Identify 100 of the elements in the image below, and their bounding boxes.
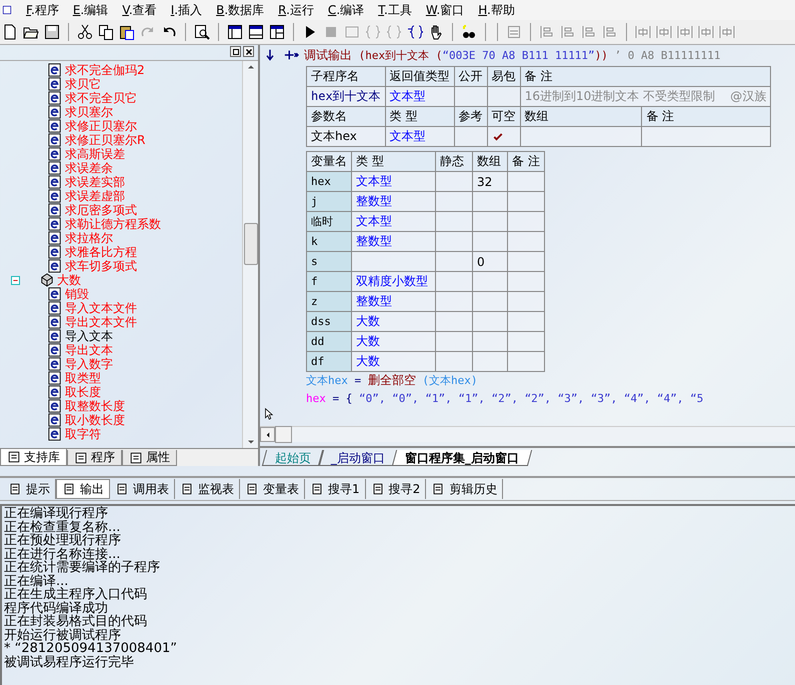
layout-icon[interactable]	[227, 24, 243, 40]
method-icon	[48, 413, 62, 427]
output-line: 正在编译...	[4, 574, 68, 588]
function-name[interactable]: 取类型	[65, 370, 101, 386]
function-name[interactable]: 求不完全贝它	[65, 90, 137, 106]
variable-name: df	[306, 352, 352, 372]
method-icon	[48, 119, 62, 133]
cube-icon	[40, 273, 54, 287]
variable-name: hex	[306, 172, 352, 192]
method-icon	[48, 175, 62, 189]
table-header: 可空	[487, 106, 520, 126]
subroutine-name: hex到十文本	[306, 86, 386, 106]
method-icon	[48, 245, 62, 259]
braces-icon[interactable]	[407, 24, 423, 40]
method-icon	[48, 63, 62, 77]
method-icon	[48, 427, 62, 441]
function-name[interactable]: 求不完全伽玛2	[65, 62, 145, 78]
function-name[interactable]: 取字符	[65, 426, 101, 442]
output-line: 正在预处理现行程序	[4, 534, 122, 548]
function-name[interactable]: 求拉格尔	[65, 230, 113, 246]
function-name[interactable]: 导出文本文件	[65, 314, 137, 330]
menu-item[interactable]: V.查看	[122, 2, 157, 18]
function-name[interactable]: 导入文本文件	[65, 300, 137, 316]
function-name[interactable]: 求厄密多项式	[65, 202, 137, 218]
output-line: 被调试易程序运行完毕	[4, 656, 135, 669]
layout-icon[interactable]	[248, 24, 264, 40]
menu-item[interactable]: T.工具	[378, 2, 412, 18]
function-name[interactable]: 导入数字	[65, 356, 113, 372]
function-name[interactable]: 求车切多项式	[65, 258, 137, 274]
variable-name: dd	[306, 332, 352, 352]
table-header: 公开	[454, 66, 488, 86]
function-name[interactable]: 取长度	[65, 384, 101, 400]
output-line: 正在编译现行程序	[4, 507, 109, 520]
variable-type: 文本型	[356, 214, 392, 228]
binoculars-icon[interactable]	[461, 24, 477, 40]
panel-tab[interactable]: 属性	[122, 450, 177, 466]
function-name[interactable]: 求修正贝塞尔R	[65, 132, 146, 148]
copy-icon[interactable]	[98, 24, 114, 40]
menu-item[interactable]: B.数据库	[216, 2, 264, 18]
function-name[interactable]: 求修正贝塞尔	[65, 118, 137, 134]
table-header: 子程序名	[306, 66, 386, 86]
function-name[interactable]: 求误差虚部	[65, 188, 125, 204]
output-tab[interactable]: 搜寻1	[305, 479, 366, 499]
method-icon	[48, 399, 62, 413]
output-tab[interactable]: 变量表	[240, 479, 305, 499]
menu-item[interactable]: I.插入	[170, 2, 202, 18]
function-name[interactable]: 求雅各比方程	[65, 244, 137, 260]
output-tab[interactable]: 调用表	[110, 479, 175, 499]
table-header: 静态	[436, 152, 472, 172]
editor-tab[interactable]: 窗口程序集_启动窗口	[392, 450, 532, 466]
function-name[interactable]: 求误差余	[65, 160, 113, 176]
arrow-down-icon[interactable]	[264, 48, 276, 62]
function-name[interactable]: 取小数长度	[65, 412, 125, 428]
variable-type: 整数型	[356, 234, 392, 248]
menu-item[interactable]: E.编辑	[72, 2, 108, 18]
cut-icon[interactable]	[77, 24, 93, 40]
menu-item[interactable]: F.程序	[26, 2, 59, 18]
menu-item[interactable]: C.编译	[328, 2, 364, 18]
table-header: 参数名	[306, 106, 386, 126]
table-header: 类 型	[352, 152, 436, 172]
method-icon	[48, 357, 62, 371]
menu-item[interactable]: H.帮助	[478, 2, 515, 18]
paste-icon[interactable]	[119, 24, 135, 40]
array-size: 0	[477, 254, 485, 268]
editor-tab[interactable]: 起始页	[262, 450, 324, 466]
output-tab[interactable]: 搜寻2	[366, 479, 426, 499]
panel-tab[interactable]: 支持库	[0, 449, 67, 466]
menu-item[interactable]: W.窗口	[426, 2, 464, 18]
output-tab[interactable]: 剪辑历史	[426, 479, 504, 499]
variable-name: dss	[306, 312, 352, 332]
panel-tab[interactable]: 程序	[67, 450, 122, 466]
new-file-icon[interactable]	[2, 24, 18, 40]
function-name[interactable]: 求高斯误差	[65, 146, 125, 162]
library-node[interactable]: 大数	[57, 272, 81, 288]
function-name[interactable]: 求贝塞尔	[65, 104, 113, 120]
menu-item[interactable]: R.运行	[278, 2, 314, 18]
variable-type: 整数型	[356, 194, 392, 208]
app-icon[interactable]	[2, 3, 12, 17]
output-tab[interactable]: 输出	[56, 479, 110, 499]
function-name[interactable]: 导出文本	[65, 342, 113, 358]
expand-plus-icon[interactable]	[282, 48, 300, 62]
variable-name: f	[306, 272, 352, 292]
function-name[interactable]: 求贝它	[65, 76, 101, 92]
table-header: 备 注	[508, 152, 544, 172]
function-name[interactable]: 销毁	[65, 286, 89, 302]
function-name[interactable]: 求勒让德方程系数	[65, 216, 161, 232]
output-tab[interactable]: 监视表	[175, 479, 240, 499]
method-icon	[48, 105, 62, 119]
table-header: 备 注	[642, 106, 771, 126]
method-icon	[48, 385, 62, 399]
table-header: 返回值类型	[385, 66, 454, 86]
save-icon[interactable]	[44, 24, 60, 40]
layout-icon[interactable]	[269, 24, 285, 40]
function-name[interactable]: 导入文本	[65, 328, 113, 344]
scrollbar-thumb[interactable]	[244, 223, 258, 265]
output-line: 正在封装易格式目的代码	[4, 615, 148, 628]
function-name[interactable]: 求误差实部	[65, 174, 125, 190]
function-name[interactable]: 取整数长度	[65, 398, 125, 414]
method-icon	[48, 147, 62, 161]
scrollbar-thumb[interactable]	[275, 426, 292, 443]
